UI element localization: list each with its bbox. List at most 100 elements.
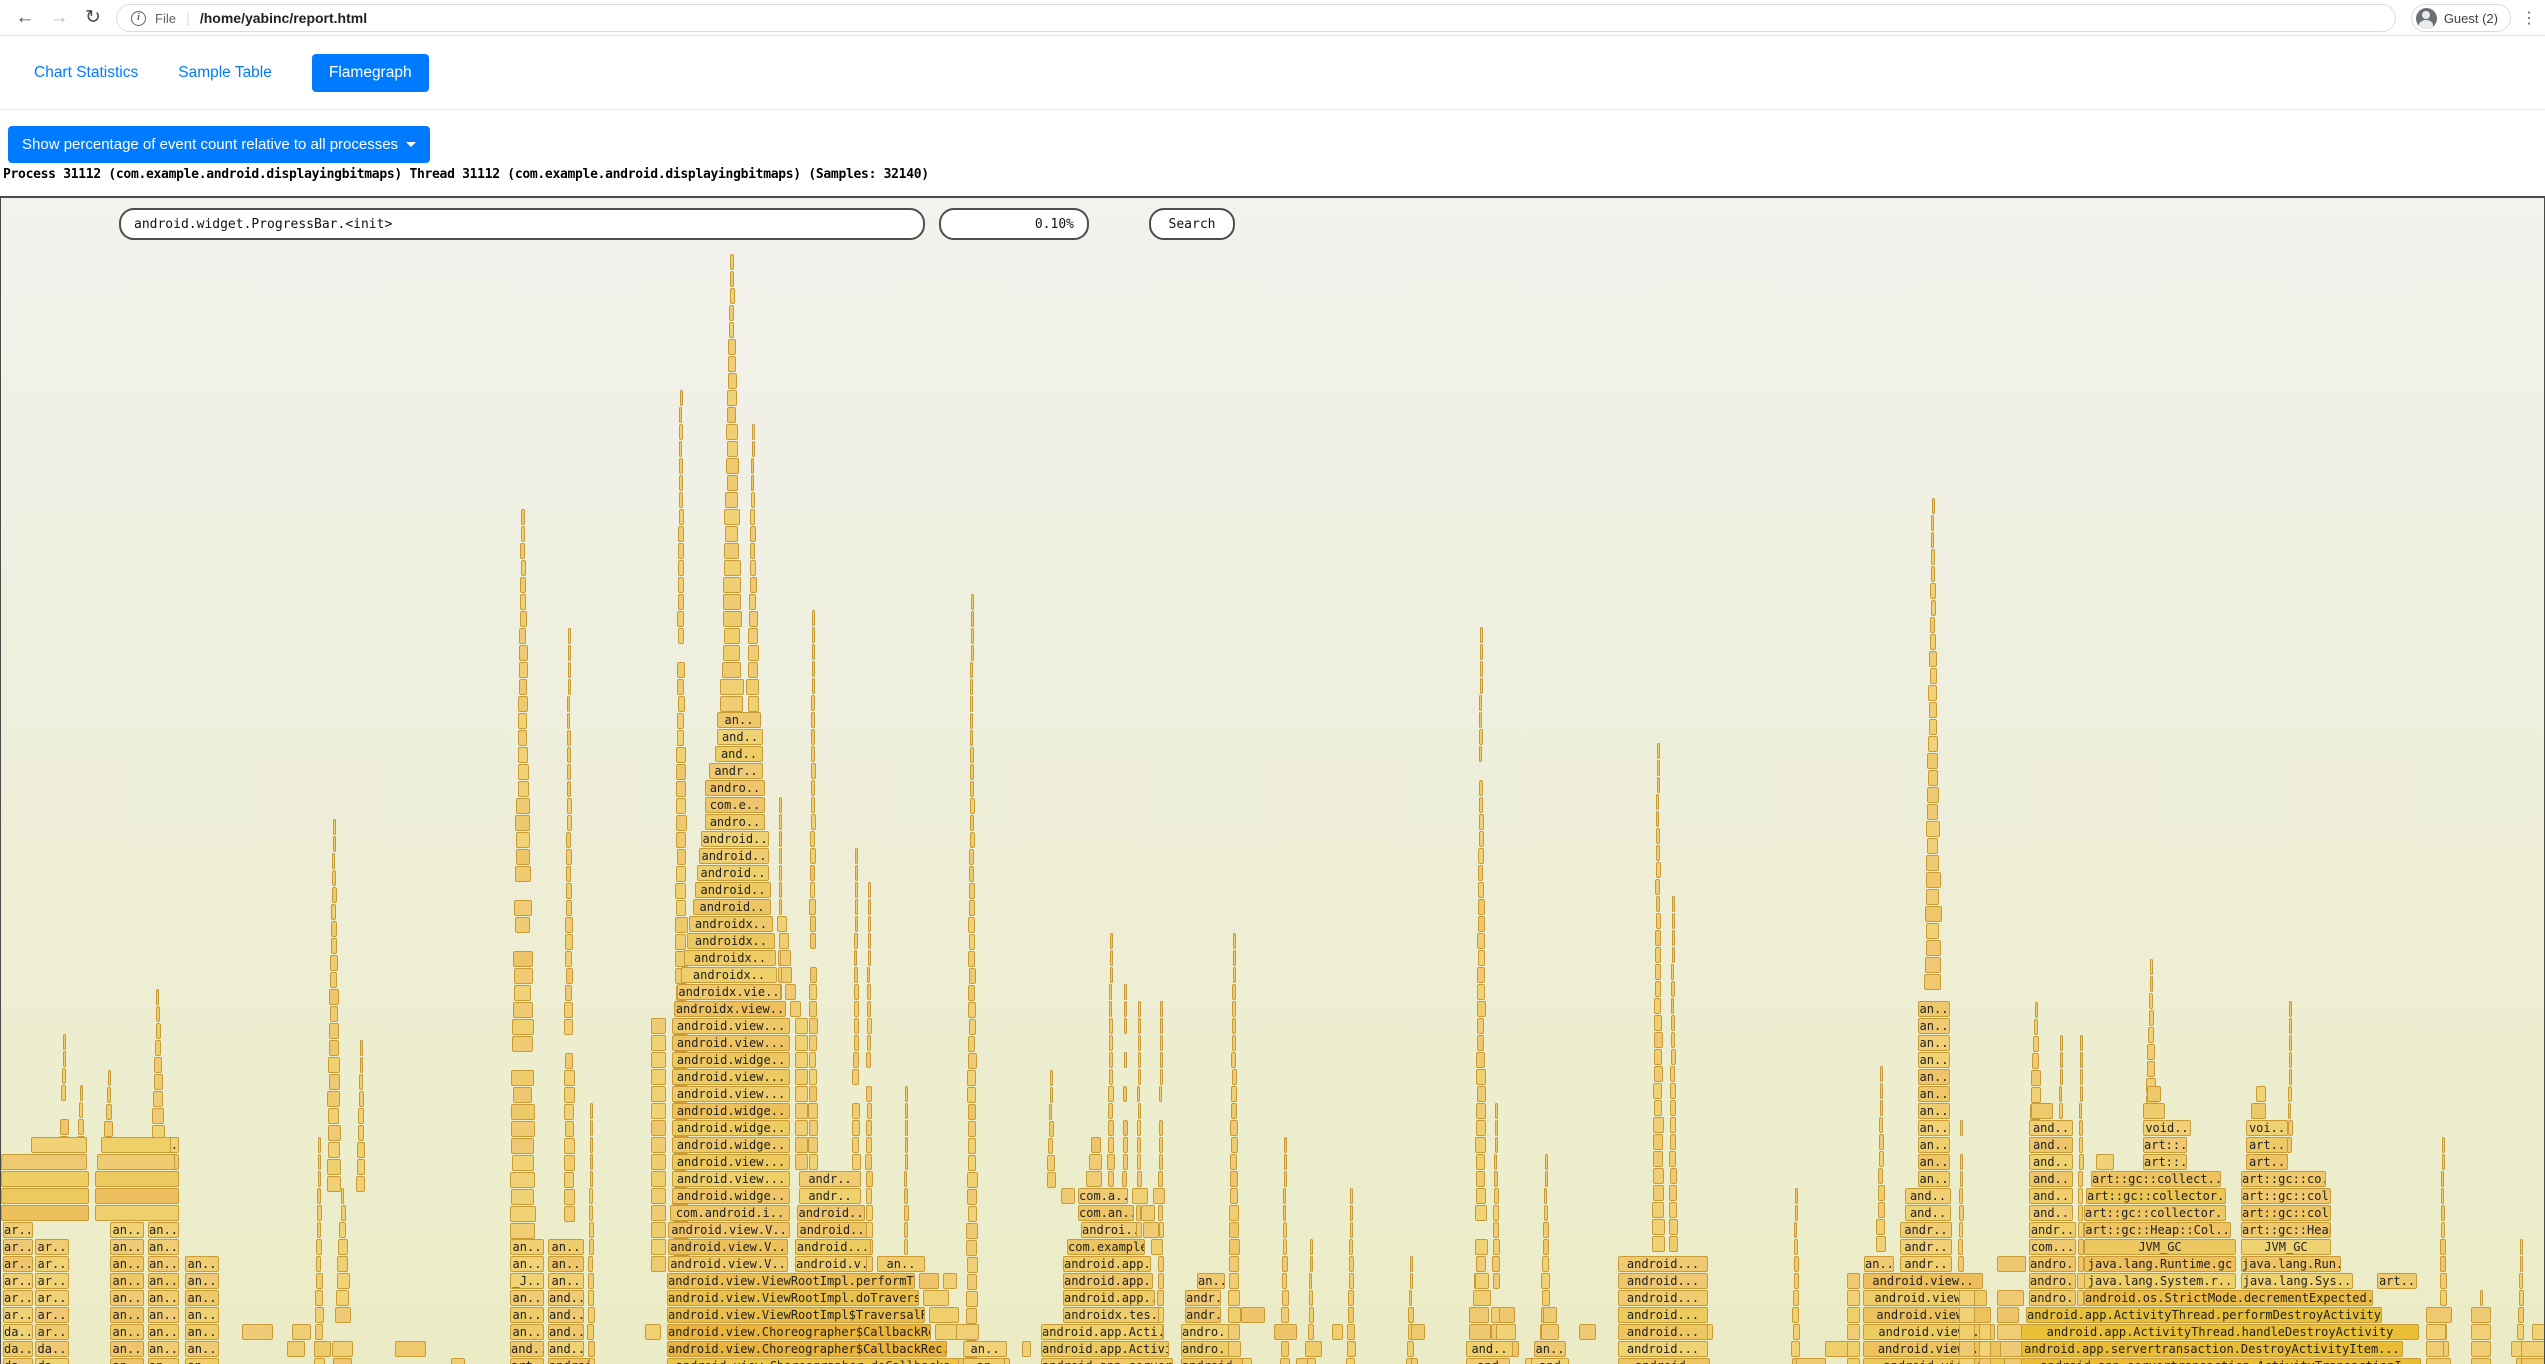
flame-cell[interactable]: and.. [2029,1120,2073,1136]
flame-cell-unlabeled[interactable] [1672,896,1675,912]
flame-cell-unlabeled[interactable] [1109,1001,1112,1017]
flame-cell-unlabeled[interactable] [1160,1069,1163,1085]
flame-cell-unlabeled[interactable] [330,955,338,971]
flame-cell-unlabeled[interactable] [519,645,528,661]
flame-cell-unlabeled[interactable] [1158,1171,1163,1187]
search-input[interactable] [119,208,925,240]
flame-cell-unlabeled[interactable] [812,610,815,626]
flame-cell[interactable]: an.. [148,1256,179,1272]
flame-cell-unlabeled[interactable] [567,798,572,814]
flame-cell-unlabeled[interactable] [651,1205,666,1221]
flame-cell-unlabeled[interactable] [1283,1239,1287,1255]
flame-cell-unlabeled[interactable] [811,814,816,830]
flame-cell-unlabeled[interactable] [510,1206,536,1222]
flame-cell[interactable]: android.view.. [1863,1273,1983,1289]
flame-cell-unlabeled[interactable] [1473,1290,1491,1306]
flame-cell-unlabeled[interactable] [518,730,527,746]
flame-cell-unlabeled[interactable] [726,424,738,440]
flame-cell-unlabeled[interactable] [2520,1239,2523,1255]
flame-cell-unlabeled[interactable] [1653,1185,1664,1201]
flame-cell-unlabeled[interactable] [521,526,525,542]
flame-cell-unlabeled[interactable] [1847,1341,1860,1357]
flame-cell-unlabeled[interactable] [317,1222,321,1238]
flame-cell-unlabeled[interactable] [2287,1137,2292,1153]
flame-cell-unlabeled[interactable] [567,764,571,780]
flame-cell[interactable]: an.. [110,1239,144,1255]
flame-cell[interactable]: ar.. [3,1222,33,1238]
flame-cell[interactable]: android.view.Choreographer$CallbackRe.. [667,1324,931,1340]
flame-cell-unlabeled[interactable] [1478,950,1485,966]
flame-cell-unlabeled[interactable] [1493,1273,1500,1289]
flame-cell-unlabeled[interactable] [1349,1239,1353,1255]
flame-cell-unlabeled[interactable] [2441,1188,2444,1204]
flame-cell-unlabeled[interactable] [966,1240,977,1256]
flame-cell-unlabeled[interactable] [867,1001,871,1017]
flame-cell-unlabeled[interactable] [1926,889,1939,905]
flame-cell-unlabeled[interactable] [1652,1236,1665,1252]
flame-cell-unlabeled[interactable] [1656,811,1659,827]
flame-cell[interactable]: andr.. [709,763,763,779]
flame-cell-unlabeled[interactable] [1791,1341,1800,1357]
flame-cell-unlabeled[interactable] [587,1324,594,1340]
flame-cell-unlabeled[interactable] [292,1324,311,1340]
flame-cell-unlabeled[interactable] [2079,1154,2084,1170]
flame-cell-unlabeled[interactable] [811,780,815,796]
flame-cell[interactable]: com.e.. [705,797,765,813]
flame-cell[interactable]: an.. [110,1307,144,1323]
flame-cell-unlabeled[interactable] [2078,1239,2084,1255]
flame-cell-unlabeled[interactable] [330,972,337,988]
flame-cell-unlabeled[interactable] [1931,600,1936,616]
flame-cell-unlabeled[interactable] [1795,1188,1798,1204]
flame-cell-unlabeled[interactable] [1847,1273,1860,1289]
flame-cell-unlabeled[interactable] [520,611,527,627]
flame-cell-unlabeled[interactable] [62,1068,66,1084]
flame-cell[interactable]: and.. [1466,1341,1513,1357]
flame-cell-unlabeled[interactable] [728,339,736,355]
flame-cell-unlabeled[interactable] [1795,1205,1798,1221]
flame-cell-unlabeled[interactable] [2060,1069,2063,1085]
flame-cell-unlabeled[interactable] [651,1222,666,1238]
flame-cell[interactable]: and.. [2029,1188,2073,1204]
flame-cell-unlabeled[interactable] [809,1086,817,1102]
flame-cell-unlabeled[interactable] [565,1053,573,1069]
flame-cell-unlabeled[interactable] [78,1119,84,1135]
flame-cell-unlabeled[interactable] [678,594,684,610]
flame-cell-unlabeled[interactable] [514,900,532,916]
flame-cell[interactable]: an.. [110,1290,144,1306]
flame-cell-unlabeled[interactable] [1230,1120,1238,1136]
flame-cell-unlabeled[interactable] [2517,1324,2524,1340]
flame-cell-unlabeled[interactable] [905,1103,908,1119]
flame-cell-unlabeled[interactable] [1926,940,1941,956]
flame-cell-unlabeled[interactable] [1232,1018,1236,1034]
flame-cell-unlabeled[interactable] [360,1057,363,1073]
flame-cell-unlabeled[interactable] [1233,967,1236,983]
flame-cell[interactable]: android.. [797,1205,865,1221]
flame-cell[interactable]: android.app.. [1063,1273,1153,1289]
flame-cell[interactable]: and.. [2029,1205,2073,1221]
flame-cell-unlabeled[interactable] [521,560,526,576]
flame-cell-unlabeled[interactable] [968,1104,976,1120]
flame-cell-unlabeled[interactable] [866,1086,872,1102]
flame-cell-unlabeled[interactable] [651,1188,666,1204]
flame-cell-unlabeled[interactable] [1654,1015,1662,1031]
flame-cell-unlabeled[interactable] [679,441,682,457]
flame-cell[interactable]: java.lang.Runtime.gc [2084,1256,2236,1272]
flame-cell-unlabeled[interactable] [904,1188,908,1204]
flame-cell-unlabeled[interactable] [513,951,533,967]
flame-cell-unlabeled[interactable] [724,509,740,525]
flame-cell[interactable]: an.. [510,1307,544,1323]
flame-cell-unlabeled[interactable] [1086,1171,1102,1187]
flame-cell[interactable]: art::.. [2143,1137,2187,1153]
flame-cell-unlabeled[interactable] [1310,1256,1313,1272]
flame-cell[interactable]: java.lang.Run.. [2241,1256,2341,1272]
flame-cell-unlabeled[interactable] [1476,1069,1486,1085]
flame-cell-unlabeled[interactable] [723,611,742,627]
flame-cell-unlabeled[interactable] [518,764,529,780]
flame-cell-unlabeled[interactable] [588,1273,594,1289]
flame-cell-unlabeled[interactable] [1653,1083,1662,1099]
flame-cell-unlabeled[interactable] [566,968,573,984]
flame-cell[interactable]: an.. [148,1273,179,1289]
flame-cell-unlabeled[interactable] [1281,1307,1289,1323]
flame-cell-unlabeled[interactable] [651,1018,666,1034]
flame-cell-unlabeled[interactable] [358,1108,364,1124]
